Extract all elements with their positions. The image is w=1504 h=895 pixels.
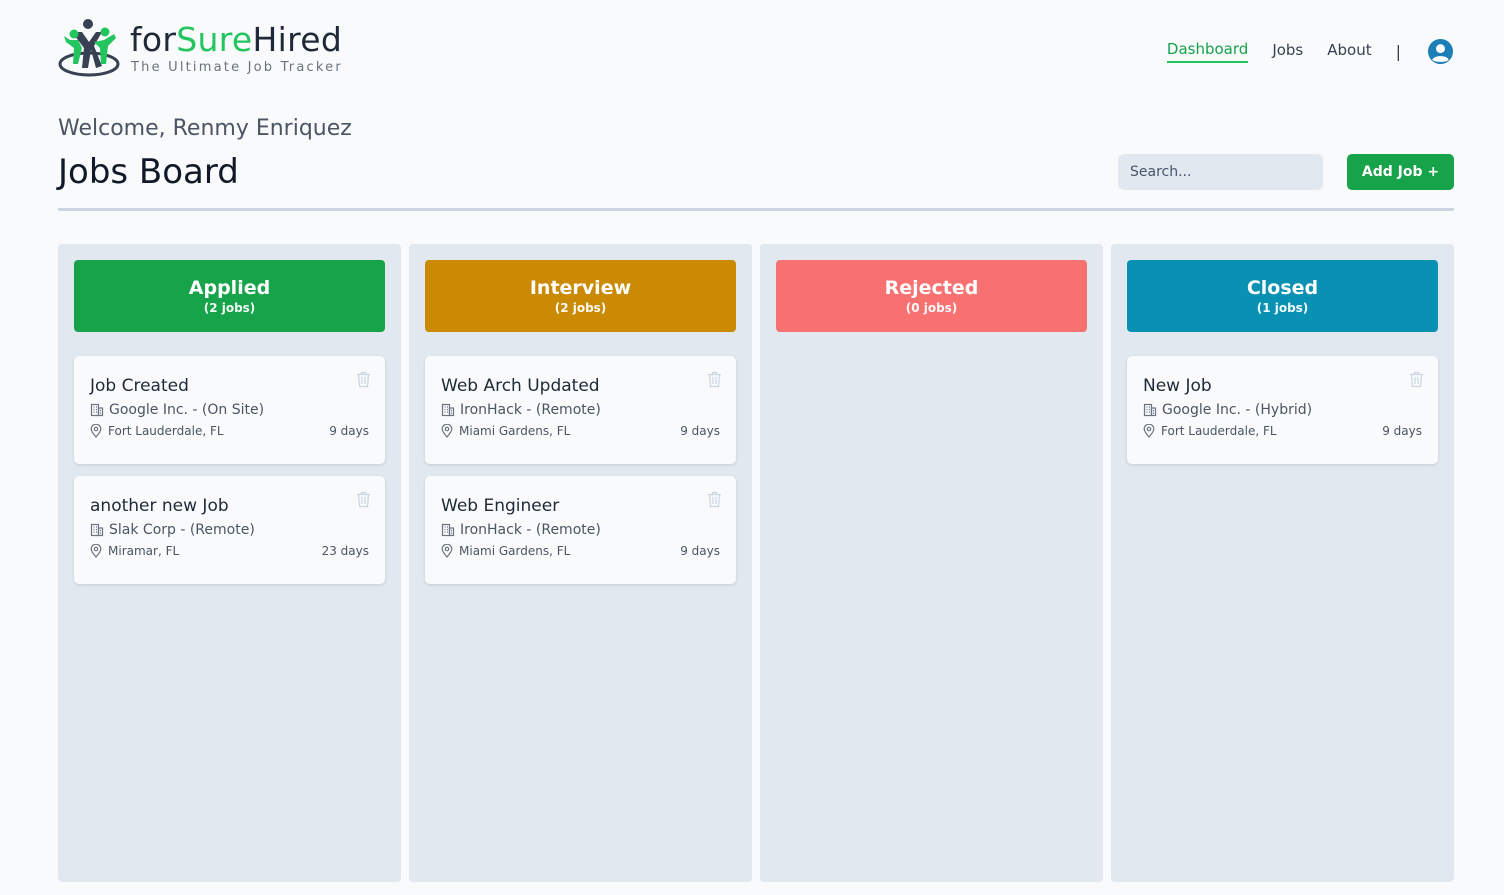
logo-people-icon <box>58 19 120 77</box>
job-footer: Fort Lauderdale, FL 9 days <box>90 424 369 438</box>
job-location: Miami Gardens, FL <box>459 544 571 558</box>
building-icon <box>1143 403 1157 417</box>
map-pin-icon <box>441 424 453 438</box>
card-list: Job Created Google Inc. - (On Site) Fort… <box>74 356 385 584</box>
column-count: (0 jobs) <box>905 301 958 315</box>
column-header-rejected: Rejected (0 jobs) <box>776 260 1087 332</box>
kanban-board: Applied (2 jobs) Job Created Google Inc.… <box>58 244 1454 882</box>
top-nav: Dashboard Jobs About | <box>1143 34 1454 68</box>
job-footer: Miami Gardens, FL 9 days <box>441 424 720 438</box>
brand-name-suffix: Hired <box>252 20 343 59</box>
trash-icon[interactable] <box>707 371 722 388</box>
brand-name: forSureHired <box>130 20 342 60</box>
job-location-row: Miramar, FL <box>90 544 179 558</box>
trash-icon[interactable] <box>707 491 722 508</box>
user-avatar-icon[interactable] <box>1427 38 1454 65</box>
building-icon <box>441 403 455 417</box>
building-icon <box>90 403 104 417</box>
job-footer: Miramar, FL 23 days <box>90 544 369 558</box>
building-icon <box>441 523 455 537</box>
column-title: Rejected <box>884 277 979 299</box>
job-title: another new Job <box>90 496 229 516</box>
job-card[interactable]: New Job Google Inc. - (Hybrid) Fort Laud… <box>1127 356 1438 464</box>
job-title: Web Engineer <box>441 496 560 516</box>
job-title: Job Created <box>90 376 189 396</box>
job-footer: Miami Gardens, FL 9 days <box>441 544 720 558</box>
trash-icon[interactable] <box>1409 371 1424 388</box>
column-title: Applied <box>188 277 271 299</box>
job-company-row: IronHack - (Remote) <box>441 522 720 538</box>
job-location-row: Miami Gardens, FL <box>441 424 570 438</box>
header: forSureHired The Ultimate Job Tracker Da… <box>58 18 1454 80</box>
add-job-button[interactable]: Add Job + <box>1347 154 1454 190</box>
job-company: IronHack - (Remote) <box>460 402 601 418</box>
brand-logo[interactable]: forSureHired The Ultimate Job Tracker <box>58 18 358 80</box>
column-header-interview: Interview (2 jobs) <box>425 260 736 332</box>
job-footer: Fort Lauderdale, FL 9 days <box>1143 424 1422 438</box>
job-company-row: IronHack - (Remote) <box>441 402 720 418</box>
column-count: (2 jobs) <box>554 301 607 315</box>
nav-jobs[interactable]: Jobs <box>1272 41 1303 62</box>
trash-icon[interactable] <box>356 371 371 388</box>
map-pin-icon <box>90 544 102 558</box>
map-pin-icon <box>441 544 453 558</box>
job-card[interactable]: Job Created Google Inc. - (On Site) Fort… <box>74 356 385 464</box>
brand-tagline: The Ultimate Job Tracker <box>131 60 343 75</box>
nav-dashboard[interactable]: Dashboard <box>1166 40 1249 63</box>
job-age: 9 days <box>680 544 720 558</box>
brand-name-highlight: Sure <box>176 20 253 59</box>
search-input[interactable] <box>1118 154 1323 190</box>
job-location-row: Fort Lauderdale, FL <box>90 424 224 438</box>
column-header-closed: Closed (1 jobs) <box>1127 260 1438 332</box>
nav-separator: | <box>1395 41 1401 61</box>
column-title: Closed <box>1246 277 1319 299</box>
job-company: Google Inc. - (Hybrid) <box>1162 402 1313 418</box>
job-location-row: Miami Gardens, FL <box>441 544 570 558</box>
job-age: 9 days <box>329 424 369 438</box>
job-title: New Job <box>1143 376 1212 396</box>
job-location: Miami Gardens, FL <box>459 424 571 438</box>
column-rejected: Rejected (0 jobs) <box>760 244 1103 882</box>
job-age: 9 days <box>1382 424 1422 438</box>
column-title: Interview <box>529 277 632 299</box>
column-header-applied: Applied (2 jobs) <box>74 260 385 332</box>
map-pin-icon <box>1143 424 1155 438</box>
welcome-message: Welcome, Renmy Enriquez <box>58 116 352 141</box>
column-closed: Closed (1 jobs) New Job Google Inc. - (H… <box>1111 244 1454 882</box>
job-age: 9 days <box>680 424 720 438</box>
job-company-row: Slak Corp - (Remote) <box>90 522 369 538</box>
column-count: (1 jobs) <box>1256 301 1309 315</box>
job-company-row: Google Inc. - (Hybrid) <box>1143 402 1422 418</box>
job-company: Slak Corp - (Remote) <box>109 522 255 538</box>
job-company-row: Google Inc. - (On Site) <box>90 402 369 418</box>
trash-icon[interactable] <box>356 491 371 508</box>
map-pin-icon <box>90 424 102 438</box>
job-company: IronHack - (Remote) <box>460 522 601 538</box>
brand-name-prefix: for <box>130 20 177 59</box>
job-location: Miramar, FL <box>108 544 180 558</box>
header-divider <box>58 208 1454 211</box>
building-icon <box>90 523 104 537</box>
nav-about[interactable]: About <box>1327 41 1371 62</box>
job-age: 23 days <box>321 544 369 558</box>
job-location: Fort Lauderdale, FL <box>108 424 224 438</box>
column-interview: Interview (2 jobs) Web Arch Updated Iron… <box>409 244 752 882</box>
card-list: New Job Google Inc. - (Hybrid) Fort Laud… <box>1127 356 1438 464</box>
column-count: (2 jobs) <box>203 301 256 315</box>
job-card[interactable]: another new Job Slak Corp - (Remote) Mir… <box>74 476 385 584</box>
page-title: Jobs Board <box>58 152 239 192</box>
job-card[interactable]: Web Arch Updated IronHack - (Remote) Mia… <box>425 356 736 464</box>
job-company: Google Inc. - (On Site) <box>109 402 265 418</box>
job-card[interactable]: Web Engineer IronHack - (Remote) Miami G… <box>425 476 736 584</box>
job-title: Web Arch Updated <box>441 376 600 396</box>
job-location: Fort Lauderdale, FL <box>1161 424 1277 438</box>
column-applied: Applied (2 jobs) Job Created Google Inc.… <box>58 244 401 882</box>
job-location-row: Fort Lauderdale, FL <box>1143 424 1277 438</box>
card-list: Web Arch Updated IronHack - (Remote) Mia… <box>425 356 736 584</box>
